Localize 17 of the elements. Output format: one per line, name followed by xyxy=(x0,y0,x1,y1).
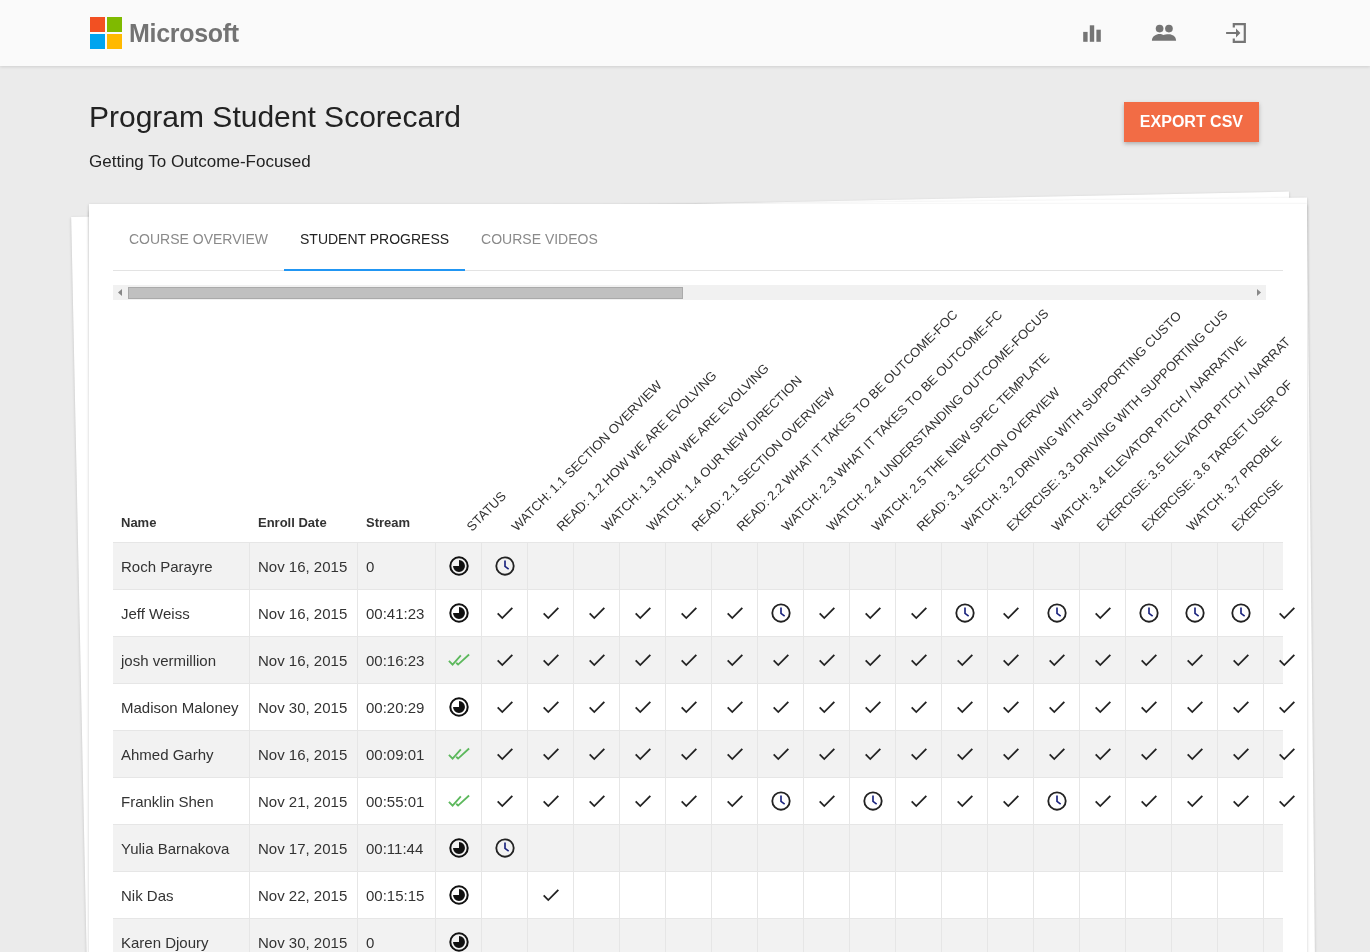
scrollbar-thumb[interactable] xyxy=(128,286,683,299)
page-title: Program Student Scorecard xyxy=(89,100,461,134)
horizontal-scrollbar[interactable] xyxy=(113,285,1266,300)
tab[interactable]: COURSE OVERVIEW xyxy=(113,204,284,271)
page-subtitle: Getting To Outcome-Focused xyxy=(89,152,312,172)
stream-time: 0 xyxy=(358,919,436,952)
brand-name: Microsoft xyxy=(129,18,239,48)
tab[interactable]: STUDENT PROGRESS xyxy=(284,204,466,271)
column-header: Name xyxy=(120,515,158,532)
column-header: Stream xyxy=(365,515,412,532)
column-header: Enroll Date xyxy=(257,515,328,532)
people-icon[interactable] xyxy=(1150,22,1178,44)
tab[interactable]: COURSE VIDEOS xyxy=(465,204,614,271)
student-name: Karen Djoury xyxy=(113,919,250,952)
logo-icon xyxy=(90,17,122,49)
export-csv-button[interactable]: EXPORT CSV xyxy=(1123,102,1259,142)
enroll-date: Nov 30, 2015 xyxy=(250,919,358,952)
